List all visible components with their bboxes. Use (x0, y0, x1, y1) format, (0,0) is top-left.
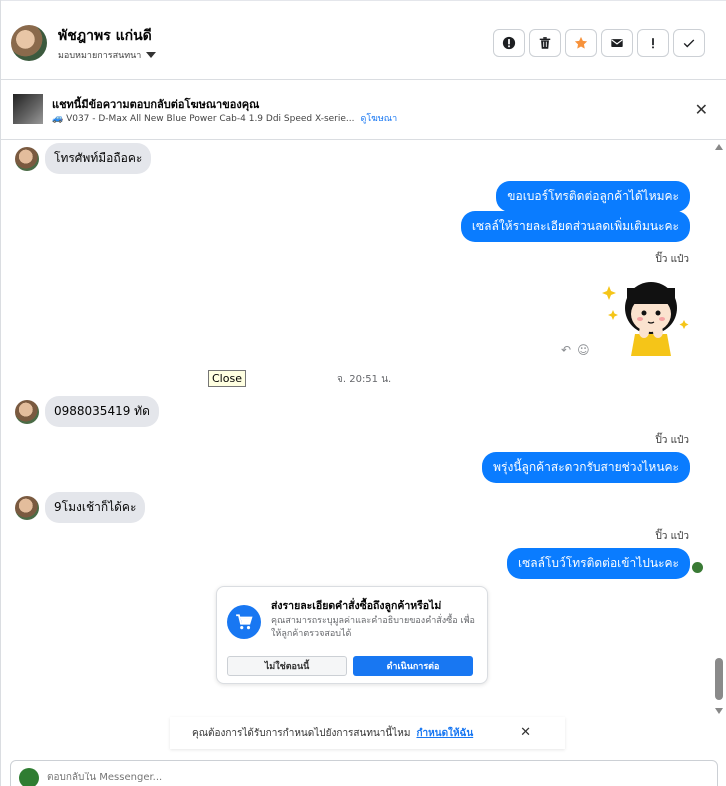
scroll-up-arrow-icon[interactable] (715, 144, 723, 150)
timestamp: จ. 20:51 น. (337, 374, 392, 385)
reply-composer (10, 760, 718, 786)
scrollbar[interactable] (713, 140, 726, 718)
follow-up-button[interactable] (637, 29, 669, 57)
assign-to-me-link[interactable]: กำหนดให้ฉัน (416, 726, 473, 741)
cart-icon (227, 605, 261, 639)
ad-thumbnail (13, 94, 43, 124)
incoming-message: 9โมงเช้าก็ได้คะ (15, 492, 146, 523)
star-button[interactable] (565, 29, 597, 57)
close-icon[interactable]: ✕ (695, 100, 708, 119)
contact-avatar-small (15, 399, 39, 424)
order-details-prompt-card: ส่งรายละเอียดคำสั่งซื้อถึงลูกค้าหรือไม่ … (216, 586, 488, 684)
alert-circle-icon (502, 36, 516, 50)
trash-icon (539, 37, 551, 49)
ad-name: 🚙 V037 - D-Max All New Blue Power Cab-4 … (52, 114, 355, 124)
mark-unread-button[interactable] (601, 29, 633, 57)
sender-name: ปิ๊ว แป๋ว (655, 254, 689, 265)
not-now-button[interactable]: ไม่ใช่ตอนนี้ (227, 656, 347, 676)
contact-avatar-small (15, 146, 39, 171)
reply-input[interactable] (47, 772, 647, 783)
assign-notice-text: คุณต้องการได้รับการกำหนดไปยังการสนทนานี้… (192, 727, 411, 739)
mark-done-button[interactable] (673, 29, 705, 57)
incoming-message: โทรศัพท์มือถือคะ (15, 143, 152, 174)
scroll-thumb[interactable] (715, 658, 723, 700)
scroll-down-arrow-icon[interactable] (715, 708, 723, 714)
sender-name: ปิ๊ว แป๋ว (655, 435, 689, 446)
assign-label: มอบหมายการสนทนา (58, 51, 142, 61)
outgoing-message[interactable]: เซลล์โบว์โทรติดต่อเข้าไปนะคะ (507, 548, 690, 579)
check-icon (683, 39, 695, 48)
sender-name: ปิ๊ว แป๋ว (655, 531, 689, 542)
envelope-icon (611, 39, 623, 47)
close-icon[interactable]: ✕ (520, 725, 531, 740)
exclamation-icon (652, 38, 654, 49)
star-icon (574, 36, 588, 49)
view-ad-link[interactable]: ดูโฆษณา (360, 114, 397, 124)
continue-button[interactable]: ดำเนินการต่อ (353, 656, 473, 676)
outgoing-message[interactable]: พรุ่งนี้ลูกค้าสะดวกรับสายช่วงไหนคะ (482, 452, 690, 483)
assign-conversation-dropdown[interactable]: มอบหมายการสนทนา (58, 48, 157, 62)
ad-context-subtitle: 🚙 V037 - D-Max All New Blue Power Cab-4 … (52, 111, 397, 125)
message-bubble[interactable]: 9โมงเช้าก็ได้คะ (45, 492, 146, 523)
assign-notice: คุณต้องการได้รับการกำหนดไปยังการสนทนานี้… (170, 717, 565, 749)
message-bubble[interactable]: 0988035419 ทัด (45, 396, 159, 427)
outgoing-message[interactable]: ขอเบอร์โทรติดต่อลูกค้าได้ไหมคะ (496, 181, 690, 212)
contact-name[interactable]: พัชฎาพร แก่นดี (58, 25, 152, 47)
sticker-girl-image[interactable] (601, 268, 691, 358)
card-title: ส่งรายละเอียดคำสั่งซื้อถึงลูกค้าหรือไม่ (271, 600, 442, 612)
header-actions (493, 29, 705, 57)
message-reactions: ↶ ☺ (561, 343, 590, 357)
reply-icon[interactable]: ↶ (561, 343, 571, 357)
mark-spam-button[interactable] (493, 29, 525, 57)
tooltip: Close (208, 370, 246, 387)
outgoing-message[interactable]: เซลล์ให้รายละเอียดส่วนลดเพิ่มเติมนะคะ (460, 211, 690, 242)
seen-indicator-avatar (692, 562, 703, 573)
incoming-message: 0988035419 ทัด (15, 396, 159, 427)
emoji-icon[interactable]: ☺ (577, 343, 590, 357)
caret-down-icon (146, 52, 157, 58)
conversation-header: พัชฎาพร แก่นดี มอบหมายการสนทนา (1, 0, 726, 80)
contact-avatar[interactable] (11, 25, 47, 61)
page-avatar (19, 768, 39, 786)
card-description: คุณสามารถระบุมูลค่าและคำอธิบายของคำสั่งซ… (271, 616, 475, 639)
ad-context-bar: แชทนี้มีข้อความตอบกลับต่อโฆษณาของคุณ 🚙 V… (1, 80, 726, 140)
message-bubble[interactable]: โทรศัพท์มือถือคะ (45, 143, 152, 174)
delete-button[interactable] (529, 29, 561, 57)
contact-avatar-small (15, 495, 39, 520)
